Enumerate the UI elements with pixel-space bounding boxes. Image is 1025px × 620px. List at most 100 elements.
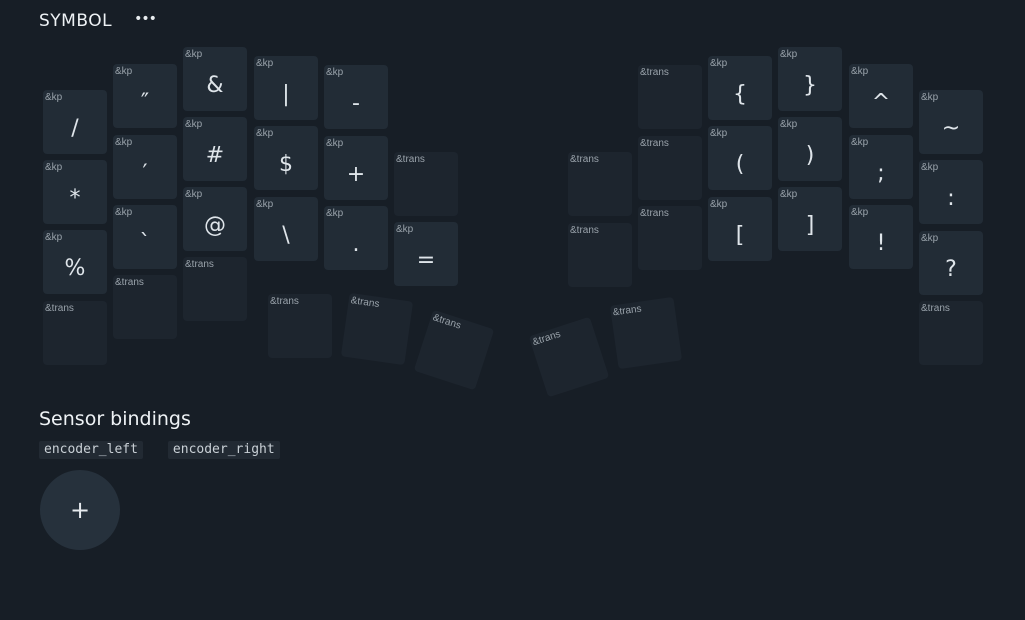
key-behavior: &kp (115, 137, 133, 148)
key-9[interactable]: &kp ~ (919, 90, 983, 154)
key-36[interactable]: &trans (183, 257, 247, 321)
key-param: ^ (871, 89, 891, 115)
key-8[interactable]: &kp ^ (849, 64, 913, 128)
key-41[interactable]: &trans (528, 316, 610, 398)
key-19[interactable]: &kp) (778, 117, 842, 181)
key-40[interactable]: &trans (413, 309, 495, 391)
key-behavior: &kp (115, 207, 133, 218)
key-7[interactable]: &kp} (778, 47, 842, 111)
key-behavior: &trans (185, 259, 214, 270)
key-param (612, 313, 682, 365)
key-24[interactable]: &kp @ (183, 187, 247, 251)
key-param (638, 81, 702, 125)
key-37[interactable]: &trans (919, 301, 983, 365)
key-34[interactable]: &trans (43, 301, 107, 365)
key-22[interactable]: &kp% (43, 230, 107, 294)
key-20[interactable]: &kp; (849, 135, 913, 199)
key-behavior: &kp (45, 92, 63, 103)
key-behavior: &kp (921, 162, 939, 173)
key-param (43, 317, 107, 361)
key-3[interactable]: &kp | (254, 56, 318, 120)
key-13[interactable]: &kp $ (254, 126, 318, 190)
key-26[interactable]: &kp. (324, 206, 388, 270)
key-behavior: &trans (640, 67, 669, 78)
key-28[interactable]: &trans (568, 223, 632, 287)
key-14[interactable]: &kp + (324, 136, 388, 200)
key-param: ) (805, 142, 815, 168)
key-param: { (733, 81, 747, 107)
key-21[interactable]: &kp: (919, 160, 983, 224)
key-17[interactable]: &trans (638, 136, 702, 200)
key-param: ′ (142, 160, 148, 186)
key-param (415, 325, 489, 387)
key-behavior: &trans (640, 138, 669, 149)
key-param: * (69, 185, 81, 211)
key-15[interactable]: &trans (394, 152, 458, 216)
key-behavior: &kp (851, 207, 869, 218)
key-10[interactable]: &kp * (43, 160, 107, 224)
key-behavior: &kp (45, 162, 63, 173)
key-4[interactable]: &kp - (324, 65, 388, 129)
key-behavior: &kp (326, 138, 344, 149)
key-behavior: &kp (256, 58, 274, 69)
key-35[interactable]: &trans (113, 275, 177, 339)
key-behavior: &kp (921, 92, 939, 103)
key-behavior: &trans (45, 303, 74, 314)
key-12[interactable]: &kp # (183, 117, 247, 181)
key-param: ; (877, 160, 885, 186)
key-behavior: &kp (921, 233, 939, 244)
key-param: = (416, 247, 436, 273)
key-behavior: &kp (851, 137, 869, 148)
key-param (568, 168, 632, 212)
key-42[interactable]: &trans (609, 296, 683, 370)
key-33[interactable]: &kp? (919, 231, 983, 295)
key-31[interactable]: &kp] (778, 187, 842, 251)
key-behavior: &kp (851, 66, 869, 77)
key-38[interactable]: &trans (268, 294, 332, 358)
key-32[interactable]: &kp! (849, 205, 913, 269)
key-25[interactable]: &kp \ (254, 197, 318, 261)
key-param: + (346, 161, 366, 187)
key-behavior: &kp (780, 49, 798, 60)
key-behavior: &kp (326, 67, 344, 78)
key-behavior: &kp (780, 189, 798, 200)
key-27[interactable]: &kp = (394, 222, 458, 286)
key-behavior: &trans (270, 296, 299, 307)
key-behavior: &kp (185, 119, 203, 130)
key-param: [ (735, 222, 745, 248)
key-param: - (352, 90, 360, 116)
key-23[interactable]: &kp ` (113, 205, 177, 269)
key-param (638, 222, 702, 266)
key-param: $ (279, 151, 293, 177)
key-16[interactable]: &trans (568, 152, 632, 216)
sensor-list: encoder_left encoder_right (39, 441, 280, 459)
key-param: ! (876, 230, 886, 256)
key-behavior: &kp (185, 49, 203, 60)
key-11[interactable]: &kp ′ (113, 135, 177, 199)
key-param: ` (139, 230, 151, 256)
key-behavior: &kp (710, 199, 728, 210)
key-param (268, 310, 332, 354)
add-sensor-button[interactable]: + (40, 470, 120, 550)
sensor-bindings-title: Sensor bindings (39, 408, 191, 430)
key-param: ~ (941, 115, 961, 141)
key-param: ″ (140, 89, 150, 115)
key-29[interactable]: &trans (638, 206, 702, 270)
sensor-encoder-right[interactable]: encoder_right (167, 441, 280, 459)
key-18[interactable]: &kp ( (708, 126, 772, 190)
key-1[interactable]: &kp ″ (113, 64, 177, 128)
key-0[interactable]: &kp / (43, 90, 107, 154)
key-param (638, 152, 702, 196)
key-behavior: &kp (115, 66, 133, 77)
key-behavior: &trans (115, 277, 144, 288)
key-behavior: &kp (256, 128, 274, 139)
key-5[interactable]: &trans (638, 65, 702, 129)
key-39[interactable]: &trans (340, 292, 414, 366)
key-6[interactable]: &kp { (708, 56, 772, 120)
key-behavior: &trans (349, 295, 381, 311)
sensor-encoder-left[interactable]: encoder_left (39, 441, 143, 459)
key-30[interactable]: &kp [ (708, 197, 772, 261)
key-2[interactable]: &kp & (183, 47, 247, 111)
key-param (113, 291, 177, 335)
key-param: / (71, 115, 79, 141)
